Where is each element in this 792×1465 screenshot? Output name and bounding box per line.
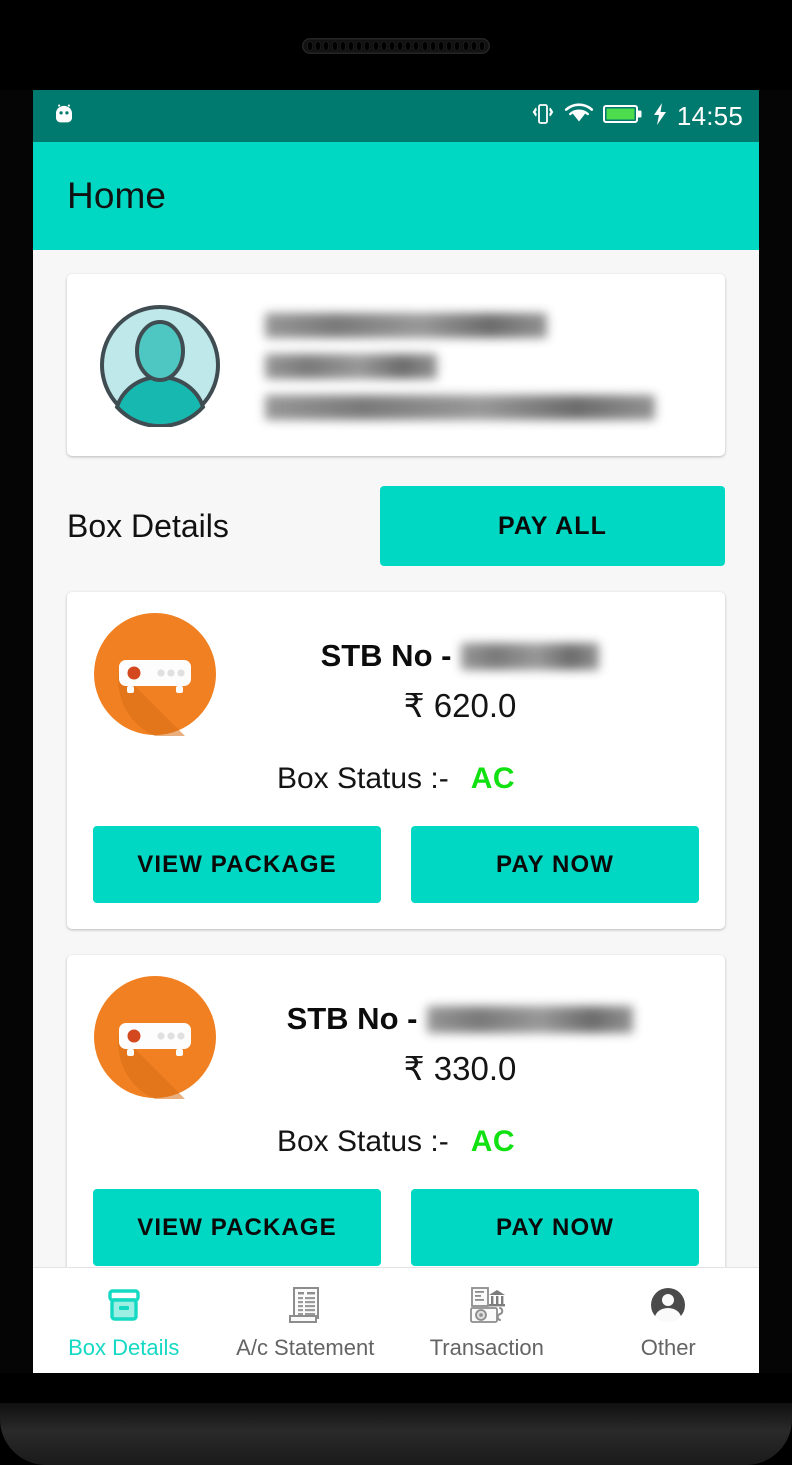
speaker-hole bbox=[478, 41, 485, 51]
stb-number-row: STB No - bbox=[287, 1001, 634, 1037]
nav-item-ac-statement[interactable]: A/c Statement bbox=[215, 1281, 397, 1361]
box-status-row: Box Status :- AC bbox=[89, 1125, 703, 1159]
charging-bolt-icon bbox=[652, 102, 668, 131]
speaker-hole bbox=[470, 41, 477, 51]
speaker-hole bbox=[446, 41, 453, 51]
speaker-hole bbox=[388, 41, 395, 51]
speaker-hole bbox=[339, 41, 346, 51]
nav-label: Other bbox=[640, 1334, 696, 1360]
box-archive-icon bbox=[102, 1281, 146, 1329]
phone-frame: 14:55 Home Box Details PAY ALL STB No - … bbox=[0, 0, 792, 1465]
battery-full-icon bbox=[602, 103, 643, 130]
account-circle-icon bbox=[646, 1281, 690, 1329]
stb-number-label: STB No - bbox=[320, 638, 452, 673]
speaker-hole bbox=[380, 41, 387, 51]
speaker-hole bbox=[356, 41, 363, 51]
nav-label: Box Details bbox=[68, 1334, 180, 1360]
speaker-hole bbox=[429, 41, 436, 51]
speaker-hole bbox=[315, 41, 322, 51]
stb-card-header: STB No - ₹ 620.0 bbox=[89, 612, 703, 736]
speaker-hole bbox=[307, 41, 313, 51]
phone-chin bbox=[0, 1403, 792, 1465]
speaker-hole bbox=[462, 41, 469, 51]
phone-bottom-bezel bbox=[0, 1373, 792, 1465]
box-status-label: Box Status :- bbox=[276, 1125, 449, 1158]
speaker-hole bbox=[405, 41, 412, 51]
speaker-hole bbox=[372, 41, 379, 51]
status-bar-right-cluster: 14:55 bbox=[531, 101, 743, 132]
nav-item-box-details[interactable]: Box Details bbox=[33, 1281, 215, 1361]
pay-now-button[interactable]: PAY NOW bbox=[411, 1189, 699, 1266]
speaker-hole bbox=[323, 41, 330, 51]
speaker-hole bbox=[438, 41, 444, 51]
nav-label: A/c Statement bbox=[236, 1334, 375, 1360]
nav-item-other[interactable]: Other bbox=[578, 1281, 760, 1361]
bottom-navigation-bar: Box Details A/c Statement Transaction Ot… bbox=[33, 1267, 759, 1373]
page-title: Home bbox=[67, 175, 167, 216]
speaker-hole bbox=[454, 41, 461, 51]
phone-top-bezel bbox=[0, 0, 792, 90]
stb-card: STB No - ₹ 620.0 Box Status :- AC VIEW P… bbox=[67, 592, 725, 929]
profile-name-line-1 bbox=[265, 312, 547, 338]
nav-label: Transaction bbox=[429, 1334, 544, 1360]
box-status-row: Box Status :- AC bbox=[89, 762, 703, 796]
profile-name-line-2 bbox=[265, 353, 437, 379]
android-robot-icon bbox=[51, 101, 77, 132]
speaker-hole bbox=[421, 41, 428, 51]
wifi-icon bbox=[564, 102, 594, 131]
stb-number-row: STB No - bbox=[321, 638, 600, 674]
stb-number-value bbox=[427, 1005, 634, 1033]
speaker-hole bbox=[364, 41, 371, 51]
stb-amount: ₹ 330.0 bbox=[403, 1050, 517, 1087]
earpiece-speaker-grille bbox=[302, 38, 490, 54]
set-top-box-icon bbox=[93, 975, 217, 1099]
app-bar: Home bbox=[33, 142, 759, 250]
pay-all-button[interactable]: PAY ALL bbox=[380, 486, 725, 566]
status-bar: 14:55 bbox=[33, 90, 759, 142]
stb-info-block: STB No - ₹ 620.0 bbox=[217, 612, 703, 725]
profile-card[interactable] bbox=[67, 274, 725, 456]
box-status-badge: AC bbox=[470, 762, 516, 795]
speaker-hole bbox=[331, 41, 338, 51]
stb-number-label: STB No - bbox=[286, 1001, 418, 1036]
box-status-label: Box Status :- bbox=[276, 762, 449, 795]
profile-text-block bbox=[265, 311, 655, 420]
stb-number-value bbox=[461, 642, 600, 670]
stb-card: STB No - ₹ 330.0 Box Status :- AC VIEW P… bbox=[67, 955, 725, 1292]
vibrate-icon bbox=[531, 101, 555, 132]
bank-transaction-icon bbox=[465, 1281, 509, 1329]
main-content: Box Details PAY ALL STB No - ₹ 620.0 Box… bbox=[33, 250, 759, 1373]
profile-address-line bbox=[265, 394, 655, 420]
set-top-box-icon bbox=[93, 612, 217, 736]
stb-card-header: STB No - ₹ 330.0 bbox=[89, 975, 703, 1099]
stb-card-actions: VIEW PACKAGE PAY NOW bbox=[89, 826, 703, 903]
stb-card-actions: VIEW PACKAGE PAY NOW bbox=[89, 1189, 703, 1266]
user-avatar-icon bbox=[97, 303, 223, 429]
nav-item-transaction[interactable]: Transaction bbox=[396, 1281, 578, 1361]
speaker-hole bbox=[413, 41, 420, 51]
stb-amount: ₹ 620.0 bbox=[403, 687, 517, 724]
phone-screen: 14:55 Home Box Details PAY ALL STB No - … bbox=[33, 90, 759, 1373]
speaker-hole bbox=[397, 41, 404, 51]
speaker-hole bbox=[347, 41, 354, 51]
stb-info-block: STB No - ₹ 330.0 bbox=[217, 975, 703, 1088]
pay-now-button[interactable]: PAY NOW bbox=[411, 826, 699, 903]
box-status-badge: AC bbox=[470, 1125, 516, 1158]
status-bar-clock: 14:55 bbox=[676, 101, 743, 131]
box-details-section-header: Box Details PAY ALL bbox=[67, 486, 725, 566]
view-package-button[interactable]: VIEW PACKAGE bbox=[93, 826, 381, 903]
view-package-button[interactable]: VIEW PACKAGE bbox=[93, 1189, 381, 1266]
document-statement-icon bbox=[283, 1281, 327, 1329]
section-title: Box Details bbox=[67, 507, 229, 544]
